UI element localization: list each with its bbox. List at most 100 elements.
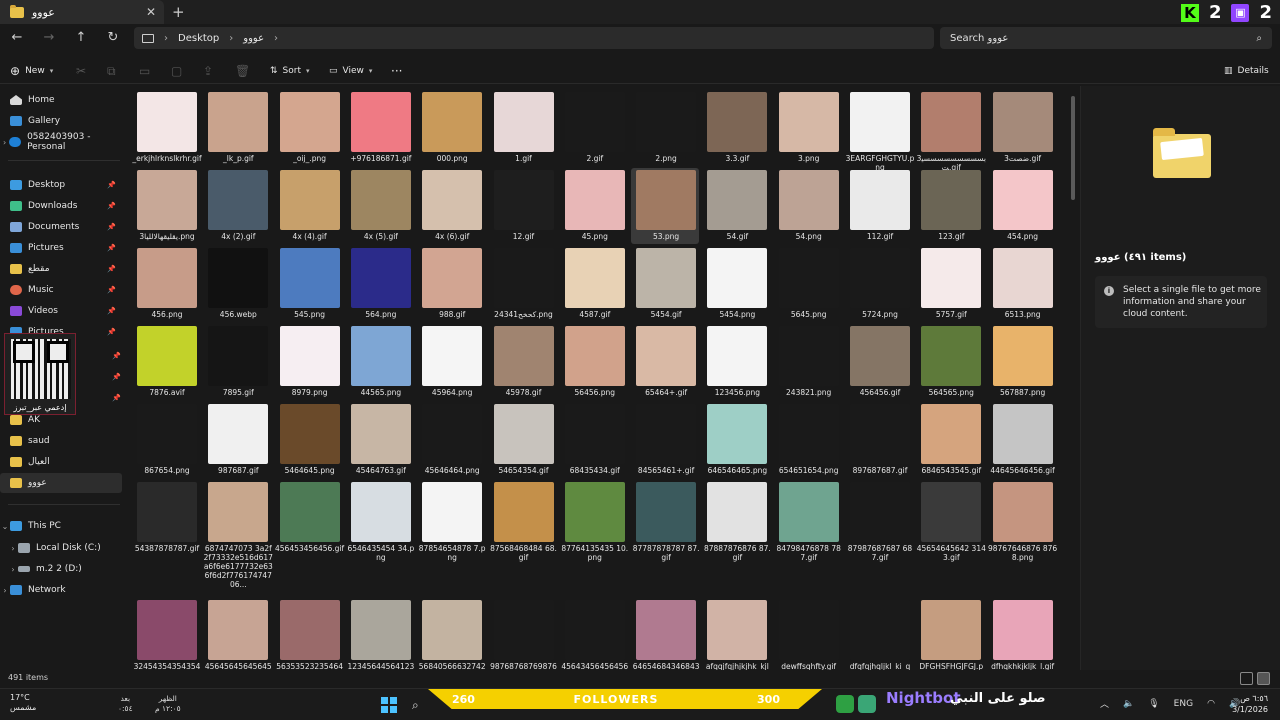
sidebar-item-network[interactable]: › Network [0, 580, 122, 600]
file-item[interactable]: 5454.png [702, 246, 770, 322]
app-icon[interactable] [858, 695, 876, 713]
share-icon[interactable]: ⇪ [203, 62, 213, 80]
file-item[interactable]: 456456.gif [845, 324, 913, 400]
file-item[interactable]: 2كحخح4341.png [489, 246, 557, 322]
sidebar-item-videos[interactable]: Videos 📌 [0, 301, 122, 321]
new-button[interactable]: ⊕ New ▾ [10, 62, 53, 80]
file-item[interactable]: 456434564564564 [560, 598, 628, 670]
sidebar-item-current[interactable]: عووو [0, 473, 122, 493]
more-options-button[interactable]: ··· [391, 62, 402, 80]
file-item[interactable]: 3بسسسسسسسسسيت.gif [916, 90, 986, 172]
file-item[interactable]: 654651654.png [774, 402, 842, 478]
file-item[interactable]: 12.gif [489, 168, 557, 244]
file-item[interactable]: 243821.png [774, 324, 842, 400]
file-item[interactable]: 454.png [988, 168, 1056, 244]
tab-active[interactable]: عووو ✕ [0, 0, 164, 24]
file-item[interactable]: 646546465.png [702, 402, 770, 478]
sidebar-item-gallery[interactable]: Gallery [0, 111, 122, 131]
file-item[interactable]: 87987687687 687.gif [845, 480, 913, 562]
file-item[interactable]: 2.gif [560, 90, 628, 166]
file-item[interactable]: _erkjhlrknslkrhr.gif [132, 90, 202, 166]
app-icon[interactable] [836, 695, 854, 713]
file-item[interactable]: DFGHSFHGJFGJ.p [916, 598, 984, 670]
sidebar-item-this-pc[interactable]: ⌄ This PC [0, 516, 122, 536]
forward-button[interactable]: → [38, 28, 60, 48]
file-item[interactable]: 3EARGFGHGTYU.png [845, 90, 914, 172]
file-item[interactable]: 3يقليقهالالليا.png [132, 168, 200, 244]
weather-widget[interactable]: 17°C مشمس [10, 693, 36, 713]
file-item[interactable]: _lk_p.gif [203, 90, 271, 166]
sidebar-item-documents[interactable]: Documents 📌 [0, 217, 122, 237]
file-item[interactable]: 54.png [774, 168, 842, 244]
file-item[interactable]: 456456456456456 [203, 598, 272, 670]
file-item[interactable]: 5454.gif [631, 246, 699, 322]
file-item[interactable]: 123.gif [916, 168, 984, 244]
file-item[interactable]: 5645.png [774, 246, 842, 322]
file-item[interactable]: 56456.png [560, 324, 628, 400]
sort-button[interactable]: ⇅ Sort ▾ [270, 62, 310, 80]
file-item[interactable]: 563535232354645 [275, 598, 343, 670]
back-button[interactable]: ← [6, 28, 28, 48]
file-item[interactable]: 456.png [132, 246, 200, 322]
breadcrumb-desktop[interactable]: Desktop [178, 33, 219, 44]
file-item[interactable]: 4x (6).gif [417, 168, 485, 244]
file-item[interactable]: dfhqkhkjkljk_l.gif [988, 598, 1056, 670]
details-view-icon[interactable] [1240, 672, 1253, 685]
file-item[interactable]: 3.png [774, 90, 842, 166]
chevron-down-icon[interactable]: ⌄ [0, 522, 10, 531]
sidebar-item-kids[interactable]: العيال [0, 452, 122, 472]
file-item[interactable]: 45646464.png [417, 402, 485, 478]
file-item[interactable]: 987687687698768 [489, 598, 557, 670]
file-item[interactable]: 87787878787 87.gif [631, 480, 700, 562]
file-item[interactable]: 45.png [560, 168, 628, 244]
sidebar-item-onedrive[interactable]: › 0582403903 - Personal [0, 132, 122, 152]
file-item[interactable]: 44565.png [346, 324, 414, 400]
file-item[interactable]: 45964.png [417, 324, 485, 400]
file-item[interactable]: 112.gif [845, 168, 913, 244]
file-item[interactable]: dewffsqhfty.gif [774, 598, 842, 670]
clock[interactable]: ٦:٥٦ ص 3/1/2026 [1232, 693, 1268, 715]
add-tab-button[interactable]: + [172, 3, 185, 21]
up-button[interactable]: ↑ [70, 28, 92, 48]
file-item[interactable]: 123456.png [702, 324, 770, 400]
chevron-up-icon[interactable]: ︿ [1100, 697, 1109, 710]
file-item[interactable]: _oij_.png [275, 90, 343, 166]
file-item[interactable]: 567887.png [988, 324, 1056, 400]
sidebar-item-pictures[interactable]: Pictures 📌 [0, 238, 122, 258]
sidebar-item-home[interactable]: Home [0, 90, 122, 110]
large-icons-view-icon[interactable] [1257, 672, 1270, 685]
sidebar-item-music[interactable]: Music 📌 [0, 280, 122, 300]
file-item[interactable]: 3ضصت.gif [988, 90, 1056, 166]
file-item[interactable]: +976186871.gif [346, 90, 414, 166]
sidebar-item-clip-folder[interactable]: مقطع 📌 [0, 259, 122, 279]
speaker-icon[interactable]: 🔈 [1123, 699, 1134, 709]
file-item[interactable]: 987687.gif [203, 402, 271, 478]
file-item[interactable]: 87854654878 7.png [417, 480, 486, 562]
file-item[interactable]: 68435434.gif [560, 402, 628, 478]
details-button[interactable]: ▥ Details [1224, 62, 1269, 80]
file-item[interactable]: 4x (4).gif [275, 168, 343, 244]
start-button[interactable] [381, 697, 397, 713]
cut-icon[interactable]: ✂ [76, 62, 86, 80]
file-item[interactable]: 4587.gif [560, 246, 628, 322]
file-item[interactable]: 87887876876 87.gif [702, 480, 771, 562]
file-item[interactable]: 3.3.gif [702, 90, 770, 166]
file-item[interactable]: 4x (2).gif [203, 168, 271, 244]
view-button[interactable]: ▭ View ▾ [329, 62, 372, 80]
file-item[interactable]: 87764135435 10.png [560, 480, 628, 562]
chevron-right-icon[interactable]: › [8, 544, 18, 553]
search-input[interactable]: Search عووو ⌕ [940, 27, 1272, 49]
sidebar-item-downloads[interactable]: Downloads 📌 [0, 196, 122, 216]
file-item[interactable]: 54387878787.gif [132, 480, 200, 556]
sidebar-item-local-disk[interactable]: › Local Disk (C:) [0, 538, 122, 558]
file-item[interactable]: 5757.gif [916, 246, 984, 322]
file-item[interactable]: 564565.png [916, 324, 984, 400]
file-item[interactable]: 84565461+.gif [631, 402, 699, 478]
close-tab-icon[interactable]: ✕ [142, 5, 160, 19]
file-item[interactable]: 5464645.png [275, 402, 343, 478]
file-item[interactable]: 6874747073 3a2f2f73332e516d617a6f6e61777… [203, 480, 273, 589]
copy-icon[interactable]: ⧉ [107, 62, 116, 80]
wifi-icon[interactable]: ◠ [1207, 699, 1215, 709]
file-item[interactable]: 456.webp [203, 246, 271, 322]
file-item[interactable]: 6546435454 34.png [346, 480, 414, 562]
